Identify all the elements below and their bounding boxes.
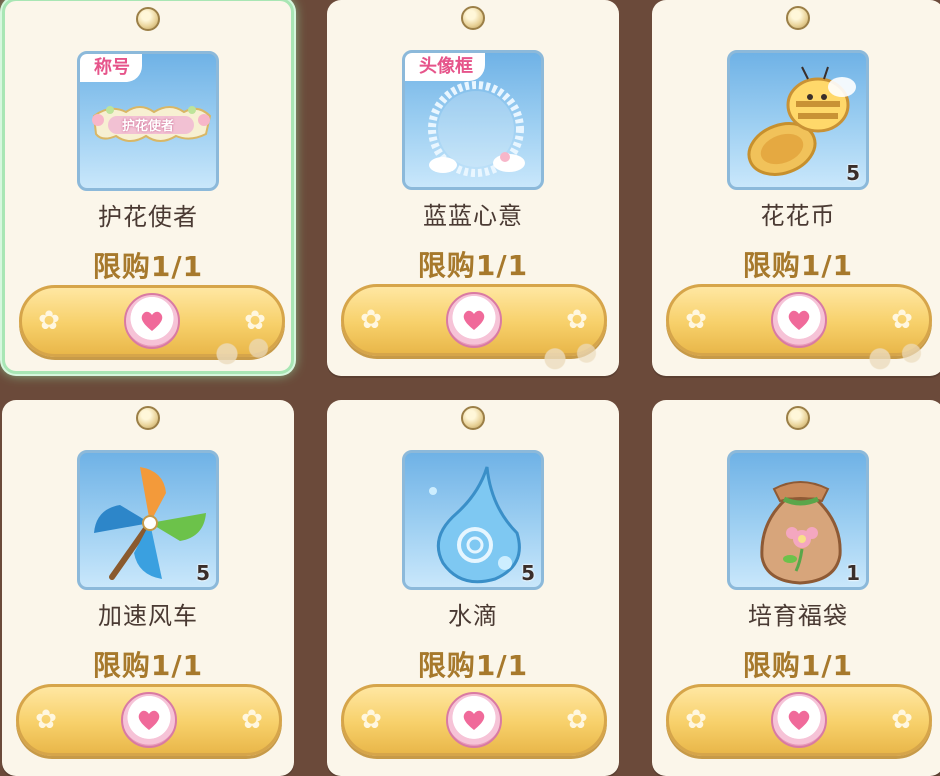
flower-deco-icon: ✿ [241, 705, 263, 735]
flower-deco-icon: ✿ [566, 705, 588, 735]
purchase-limit: 限购1/1 [92, 649, 204, 682]
item-icon-box: 1 [727, 450, 869, 590]
purchase-limit: 限购1/1 [92, 250, 204, 283]
item-name: 蓝蓝心意 [423, 202, 523, 230]
item-icon-box: 头像框 [402, 50, 544, 190]
item-count: 1 [846, 561, 860, 585]
card-deco [866, 342, 936, 370]
heart-coin-icon [771, 692, 827, 748]
flower-deco-icon: ✿ [685, 305, 707, 335]
purchase-limit: 限购1/1 [742, 649, 854, 682]
pin-icon [136, 406, 160, 430]
shop-item-card[interactable]: 1 培育福袋 限购1/1 ✿ ✿ [652, 400, 940, 776]
shop-item-card[interactable]: 5 加速风车 限购1/1 ✿ ✿ [2, 400, 294, 776]
pin-icon [461, 6, 485, 30]
flower-deco-icon: ✿ [35, 705, 57, 735]
flower-deco-icon: ✿ [685, 705, 707, 735]
shop-grid: 称号 护花使者 护花使者 限购1/1 ✿ ✿ 头像框 蓝蓝心意 限购1/1 ✿ … [0, 0, 940, 776]
item-name: 加速风车 [98, 602, 198, 630]
item-name: 护花使者 [98, 203, 198, 231]
item-count: 5 [521, 561, 535, 585]
shop-item-card[interactable]: 5 水滴 限购1/1 ✿ ✿ [327, 400, 619, 776]
item-name: 培育福袋 [748, 602, 848, 630]
shop-item-card[interactable]: 5 花花币 限购1/1 ✿ ✿ [652, 0, 940, 376]
item-icon-box: 5 [402, 450, 544, 590]
flower-deco-icon: ✿ [360, 305, 382, 335]
card-deco [541, 342, 611, 370]
pin-icon [136, 7, 160, 31]
heart-coin-icon [771, 292, 827, 348]
heart-coin-icon [446, 292, 502, 348]
shop-item-card[interactable]: 头像框 蓝蓝心意 限购1/1 ✿ ✿ [327, 0, 619, 376]
avatar-frame-icon [428, 81, 525, 177]
purchase-limit: 限购1/1 [417, 649, 529, 682]
pin-icon [461, 406, 485, 430]
buy-button[interactable]: ✿ ✿ [666, 684, 932, 756]
title-banner-text: 护花使者 [121, 119, 174, 134]
purchase-limit: 限购1/1 [417, 249, 529, 282]
item-name: 花花币 [760, 202, 836, 230]
flower-deco-icon: ✿ [891, 305, 913, 335]
purchase-limit: 限购1/1 [742, 249, 854, 282]
heart-coin-icon [446, 692, 502, 748]
flower-deco-icon: ✿ [360, 705, 382, 735]
item-count: 5 [846, 161, 860, 185]
buy-button[interactable]: ✿ ✿ [341, 684, 607, 756]
buy-button[interactable]: ✿ ✿ [16, 684, 282, 756]
item-name: 水滴 [448, 602, 498, 630]
heart-coin-icon [121, 692, 177, 748]
flower-deco-icon: ✿ [244, 306, 266, 336]
pin-icon [786, 6, 810, 30]
pin-icon [786, 406, 810, 430]
heart-coin-icon [124, 293, 180, 349]
flower-deco-icon: ✿ [891, 705, 913, 735]
flower-deco-icon: ✿ [38, 306, 60, 336]
item-icon-box: 5 [727, 50, 869, 190]
item-count: 5 [196, 561, 210, 585]
card-deco [213, 337, 283, 365]
flower-deco-icon: ✿ [566, 305, 588, 335]
shop-item-card[interactable]: 称号 护花使者 护花使者 限购1/1 ✿ ✿ [2, 0, 294, 374]
item-icon-box: 5 [77, 450, 219, 590]
item-icon-box: 称号 护花使者 [77, 51, 219, 191]
